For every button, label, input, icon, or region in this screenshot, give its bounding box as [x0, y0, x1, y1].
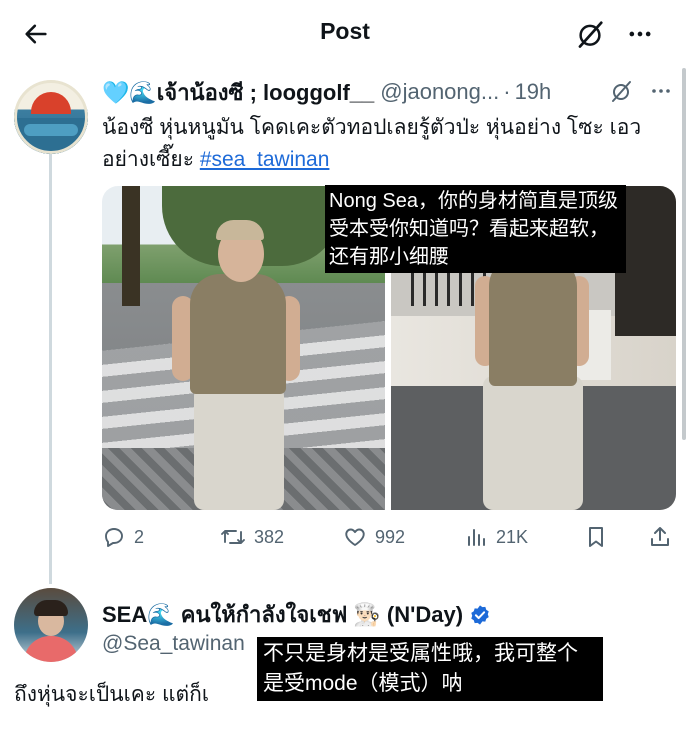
tweet-text: น้องซี หุ่นหนูมัน โคดเคะตัวทอปเลยรู้ตัวป…: [102, 116, 642, 171]
share-button[interactable]: [648, 520, 680, 554]
author-name[interactable]: 🩵🌊เจ้าน้องซี ; looggolf__: [102, 75, 374, 110]
post-header: Post: [0, 0, 690, 66]
tweet-more-button[interactable]: [646, 76, 676, 106]
tweet-text: ถึงหุ่นจะเป็นเคะ แต่ก็เ: [14, 683, 210, 706]
reply-count: 2: [134, 526, 145, 547]
repost-button[interactable]: 382: [220, 520, 284, 554]
tweet-author-row: 🩵🌊เจ้าน้องซี ; looggolf__ @jaonong... · …: [102, 77, 551, 107]
heart-icon: [345, 528, 365, 546]
subtitle-overlay: Nong Sea，你的身材简直是顶级受本受你知道吗？看起来超软，还有那小细腰: [325, 185, 626, 273]
avatar[interactable]: [14, 80, 88, 154]
repost-count: 382: [254, 526, 285, 547]
author-handle[interactable]: @jaonong...: [380, 79, 499, 105]
like-count: 992: [375, 526, 406, 547]
post-time[interactable]: 19h: [515, 79, 552, 105]
author-name-row: SEA🌊 คนให้กำลังใจเชฟ 👨🏻‍🍳 (N'Day): [102, 597, 491, 632]
views-count: 21K: [496, 526, 529, 547]
like-button[interactable]: 992: [343, 520, 405, 554]
subtitle-overlay: 不只是身材是受属性哦，我可整个是受mode（模式）呐: [257, 637, 603, 701]
tweet-action-bar: 2 382 992 21K: [102, 520, 676, 554]
tweet-grok-button[interactable]: [606, 76, 636, 106]
reply-icon: [105, 528, 123, 547]
views-button[interactable]: 21K: [464, 520, 528, 554]
verified-check-icon: [471, 604, 489, 625]
scrollbar[interactable]: [682, 68, 686, 440]
thread-connector-line: [49, 152, 52, 584]
more-options-button[interactable]: [622, 16, 658, 52]
reply-button[interactable]: 2: [102, 520, 144, 554]
bookmark-button[interactable]: [584, 520, 616, 554]
avatar[interactable]: [14, 588, 88, 662]
grok-button[interactable]: [572, 16, 608, 52]
analytics-icon: [468, 529, 485, 546]
more-horizontal-icon: [652, 89, 670, 93]
grok-icon: [612, 81, 631, 102]
author-handle[interactable]: @Sea_tawinan: [102, 632, 245, 656]
share-icon: [651, 527, 669, 546]
more-horizontal-icon: [629, 31, 651, 37]
repost-icon: [221, 530, 245, 544]
verified-badge: [469, 604, 491, 626]
separator-dot: ·: [503, 79, 511, 104]
hashtag-link[interactable]: #sea_tawinan: [200, 148, 330, 171]
grok-icon: [578, 21, 603, 48]
author-name[interactable]: SEA🌊 คนให้กำลังใจเชฟ 👨🏻‍🍳 (N'Day): [102, 597, 463, 632]
bookmark-icon: [589, 527, 603, 547]
